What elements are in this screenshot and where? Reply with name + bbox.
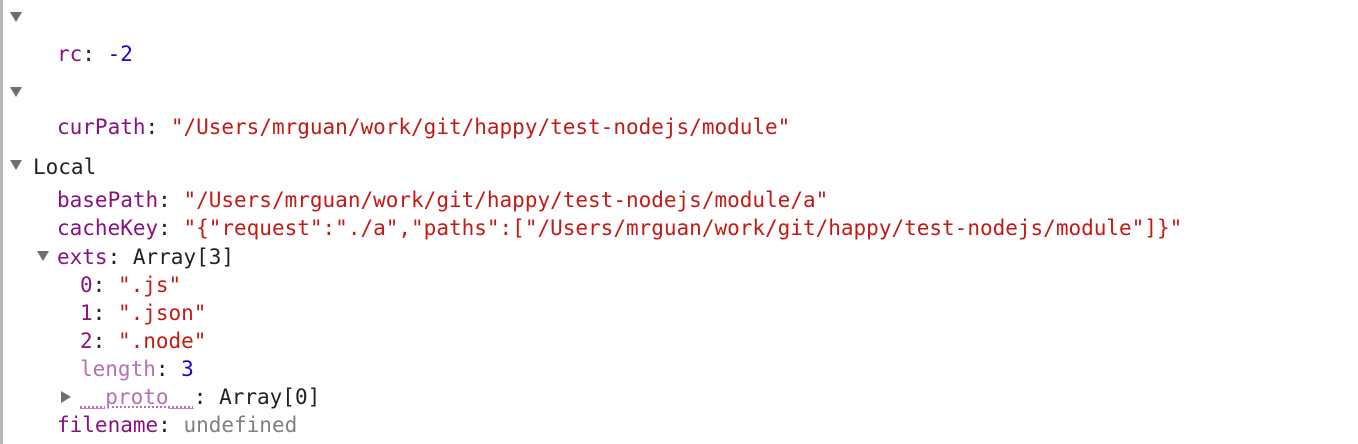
property-key: cacheKey [57,216,159,240]
colon: : [92,273,118,297]
colon: : [107,245,133,269]
proto-expand-toggle-icon[interactable] [61,391,71,403]
array-value: ".node" [117,329,207,353]
local-property-cacheKey[interactable]: cacheKey: "{"request":"./a","paths":["/U… [57,214,1182,242]
colon: : [92,329,118,353]
exts-length[interactable]: length: 3 [80,355,194,383]
proto-key: __proto__ [80,385,194,409]
colon: : [82,42,108,66]
property-key: filename [57,413,159,437]
property-key: rc [57,42,83,66]
local-section-header[interactable]: Local [33,153,96,181]
colon: : [158,216,184,240]
array-index: 0 [80,273,93,297]
array-index: 2 [80,329,93,353]
exts-item-1[interactable]: 1: ".json" [80,299,206,327]
property-value: "/Users/mrguan/work/git/happy/test-nodej… [170,115,791,139]
array-value: ".js" [117,273,182,297]
colon: : [158,188,184,212]
scope-1-expand-toggle-icon[interactable] [10,12,22,22]
property-key: basePath [57,188,159,212]
property-value: undefined [183,413,298,437]
colon: : [92,301,118,325]
colon: : [158,413,184,437]
property-key: curPath [57,115,146,139]
colon: : [155,357,182,381]
exts-item-2[interactable]: 2: ".node" [80,327,206,355]
exts-expand-toggle-icon[interactable] [37,251,49,261]
array-index: 1 [80,301,93,325]
local-property-filename[interactable]: filename: undefined [57,411,297,439]
scope-1-property-rc[interactable]: rc: -2 [57,40,133,68]
property-value: -2 [107,42,133,66]
array-value: ".json" [117,301,207,325]
length-value: 3 [181,357,194,381]
local-expand-toggle-icon[interactable] [10,160,22,170]
scope-2-expand-toggle-icon[interactable] [10,87,22,97]
colon: : [193,385,220,409]
local-property-basePath[interactable]: basePath: "/Users/mrguan/work/git/happy/… [57,186,828,214]
local-section-label: Local [33,155,97,179]
property-value: "/Users/mrguan/work/git/happy/test-nodej… [183,188,829,212]
scope-2-property-curPath[interactable]: curPath: "/Users/mrguan/work/git/happy/t… [57,113,790,141]
exts-item-0[interactable]: 0: ".js" [80,271,181,299]
panel-left-border [0,0,3,444]
proto-value: Array[0] [219,385,321,409]
property-value: "{"request":"./a","paths":["/Users/mrgua… [183,216,1183,240]
property-type: Array[3] [132,245,235,269]
property-key: exts [57,245,108,269]
colon: : [145,115,171,139]
exts-proto[interactable]: __proto__: Array[0] [80,383,320,411]
local-property-exts[interactable]: exts: Array[3] [57,243,234,271]
length-key: length [80,357,156,381]
